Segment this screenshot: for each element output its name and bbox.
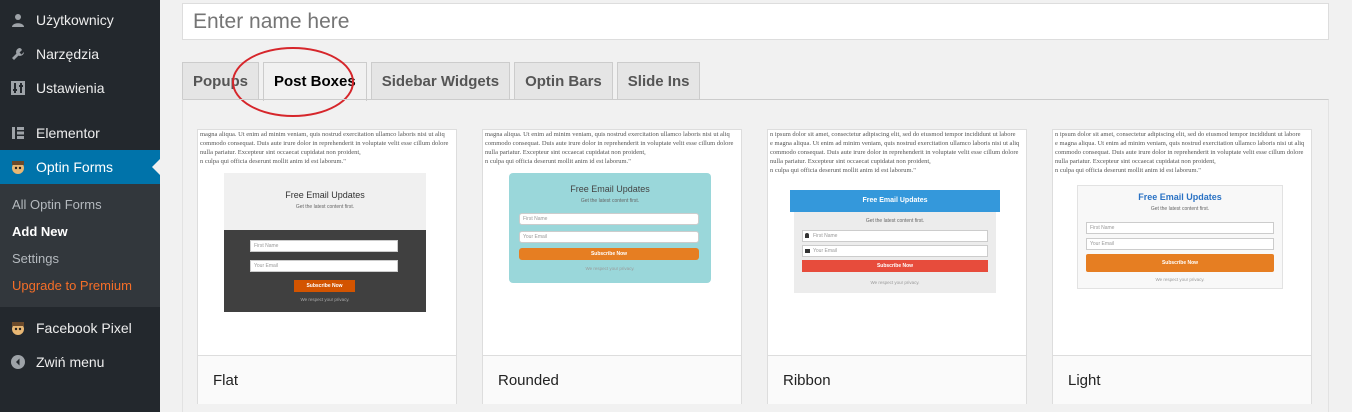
- template-preview: magna aliqua. Ut enim ad minim veniam, q…: [483, 130, 741, 355]
- sidebar-item-label: Narzędzia: [36, 46, 100, 62]
- collapse-menu-button[interactable]: Zwiń menu: [0, 345, 160, 379]
- admin-sidebar: Użytkownicy Narzędzia Ustawienia Element…: [0, 0, 160, 412]
- preview-form-subtitle: Get the latest content first.: [295, 204, 355, 210]
- preview-field: Your Email: [802, 245, 988, 257]
- preview-form-subtitle: Get the latest content first.: [580, 198, 640, 204]
- submenu-upgrade-to-premium[interactable]: Upgrade to Premium: [0, 272, 160, 299]
- preview-form-subtitle: Get the latest content first.: [1150, 206, 1210, 212]
- elementor-icon: [10, 125, 26, 141]
- optin-forms-icon: [10, 159, 26, 175]
- preview-form-title: Free Email Updates: [790, 190, 1000, 212]
- tab-optin-bars[interactable]: Optin Bars: [514, 62, 613, 100]
- sidebar-item-label: Ustawienia: [36, 80, 105, 96]
- preview-form-subtitle: Get the latest content first.: [865, 218, 925, 224]
- collapse-icon: [10, 354, 26, 370]
- preview-text: magna aliqua. Ut enim ad minim veniam, q…: [485, 131, 730, 138]
- template-card-flat[interactable]: magna aliqua. Ut enim ad minim veniam, q…: [197, 129, 457, 404]
- preview-text: e magna aliqua. Ut enim ad minim veniam,…: [770, 140, 1020, 147]
- settings-icon: [10, 80, 26, 96]
- facebook-pixel-icon: [10, 320, 26, 336]
- email-icon: [805, 249, 810, 253]
- preview-field: First Name: [519, 213, 699, 225]
- preview-field: First Name: [250, 240, 398, 252]
- sidebar-item-facebook-pixel[interactable]: Facebook Pixel: [0, 311, 160, 345]
- preview-text: n culpa qui officia deserunt mollit anim…: [1055, 167, 1201, 174]
- template-preview: n ipsum dolor sit amet, consectetur adip…: [768, 130, 1026, 355]
- template-name: Light: [1053, 355, 1311, 404]
- preview-text: n culpa qui officia deserunt mollit anim…: [485, 158, 631, 165]
- preview-note: We respect your privacy.: [1155, 277, 1205, 282]
- template-card-ribbon[interactable]: n ipsum dolor sit amet, consectetur adip…: [767, 129, 1027, 404]
- sidebar-item-label: Użytkownicy: [36, 12, 114, 28]
- submenu-settings[interactable]: Settings: [0, 245, 160, 272]
- preview-note: We respect your privacy.: [870, 280, 920, 285]
- preview-form: Free Email Updates Get the latest conten…: [509, 173, 711, 283]
- preview-field: Your Email: [250, 260, 398, 272]
- wrench-icon: [10, 46, 26, 62]
- preview-button: Subscribe Now: [294, 280, 355, 292]
- form-type-tabs: Popups Post Boxes Sidebar Widgets Optin …: [182, 62, 704, 101]
- sidebar-item-users[interactable]: Użytkownicy: [0, 3, 160, 37]
- preview-form-title: Free Email Updates: [1138, 192, 1222, 202]
- template-preview: magna aliqua. Ut enim ad minim veniam, q…: [198, 130, 456, 355]
- preview-text: n ipsum dolor sit amet, consectetur adip…: [1055, 131, 1301, 138]
- optin-forms-submenu: All Optin Forms Add New Settings Upgrade…: [0, 184, 160, 307]
- preview-text: commodo consequat. Duis aute irure dolor…: [200, 140, 449, 147]
- preview-text: commodo consequat. Duis aute irure dolor…: [485, 140, 734, 147]
- preview-text: commodo consequat. Duis aute irure dolor…: [1055, 149, 1304, 156]
- sidebar-item-elementor[interactable]: Elementor: [0, 116, 160, 150]
- template-name: Rounded: [483, 355, 741, 404]
- sidebar-item-tools[interactable]: Narzędzia: [0, 37, 160, 71]
- preview-text: nulla pariatur. Excepteur sint occaecat …: [1055, 158, 1216, 165]
- submenu-all-optin-forms[interactable]: All Optin Forms: [0, 191, 160, 218]
- preview-button: Subscribe Now: [519, 248, 699, 260]
- preview-text: e magna aliqua. Ut enim ad minim veniam,…: [1055, 140, 1305, 147]
- sidebar-item-optin-forms[interactable]: Optin Forms: [0, 150, 160, 184]
- preview-form-title: Free Email Updates: [285, 190, 365, 200]
- submenu-add-new[interactable]: Add New: [0, 218, 160, 245]
- preview-form-title: Free Email Updates: [570, 184, 650, 194]
- sidebar-item-label: Optin Forms: [36, 159, 114, 175]
- preview-text: nulla pariatur. Excepteur sint occaecat …: [200, 149, 361, 156]
- preview-field: First Name: [1086, 222, 1274, 234]
- template-card-light[interactable]: n ipsum dolor sit amet, consectetur adip…: [1052, 129, 1312, 404]
- preview-text: nulla pariatur. Excepteur sint occaecat …: [485, 149, 646, 156]
- sidebar-item-settings[interactable]: Ustawienia: [0, 71, 160, 105]
- preview-text: n culpa qui officia deserunt mollit anim…: [770, 167, 916, 174]
- preview-text: commodo consequat. Duis aute irure dolor…: [770, 149, 1019, 156]
- sidebar-item-label: Zwiń menu: [36, 354, 105, 370]
- user-icon: [805, 233, 809, 238]
- form-name-input[interactable]: [182, 3, 1329, 40]
- tab-slide-ins[interactable]: Slide Ins: [616, 62, 701, 100]
- tab-sidebar-widgets[interactable]: Sidebar Widgets: [370, 62, 511, 100]
- preview-text: n ipsum dolor sit amet, consectetur adip…: [770, 131, 1016, 138]
- tab-popups[interactable]: Popups: [182, 62, 259, 100]
- preview-note: We respect your privacy.: [585, 266, 635, 271]
- preview-form: Free Email Updates Get the latest conten…: [224, 173, 426, 312]
- preview-text: nulla pariatur. Excepteur sint occaecat …: [770, 158, 931, 165]
- preview-field: Your Email: [519, 231, 699, 243]
- preview-form: Free Email Updates Get the latest conten…: [1077, 185, 1283, 289]
- template-name: Ribbon: [768, 355, 1026, 404]
- preview-form: Free Email Updates Get the latest conten…: [790, 190, 1000, 293]
- preview-note: We respect your privacy.: [300, 297, 350, 302]
- preview-text: magna aliqua. Ut enim ad minim veniam, q…: [200, 131, 445, 138]
- preview-field: First Name: [802, 230, 988, 242]
- template-preview: n ipsum dolor sit amet, consectetur adip…: [1053, 130, 1311, 355]
- template-card-rounded[interactable]: magna aliqua. Ut enim ad minim veniam, q…: [482, 129, 742, 404]
- users-icon: [10, 12, 26, 28]
- sidebar-item-label: Facebook Pixel: [36, 320, 132, 336]
- preview-text: n culpa qui officia deserunt mollit anim…: [200, 158, 346, 165]
- preview-button: Subscribe Now: [1086, 254, 1274, 272]
- preview-field: Your Email: [1086, 238, 1274, 250]
- template-name: Flat: [198, 355, 456, 404]
- tab-post-boxes[interactable]: Post Boxes: [263, 62, 367, 101]
- sidebar-item-label: Elementor: [36, 125, 100, 141]
- preview-button: Subscribe Now: [802, 260, 988, 272]
